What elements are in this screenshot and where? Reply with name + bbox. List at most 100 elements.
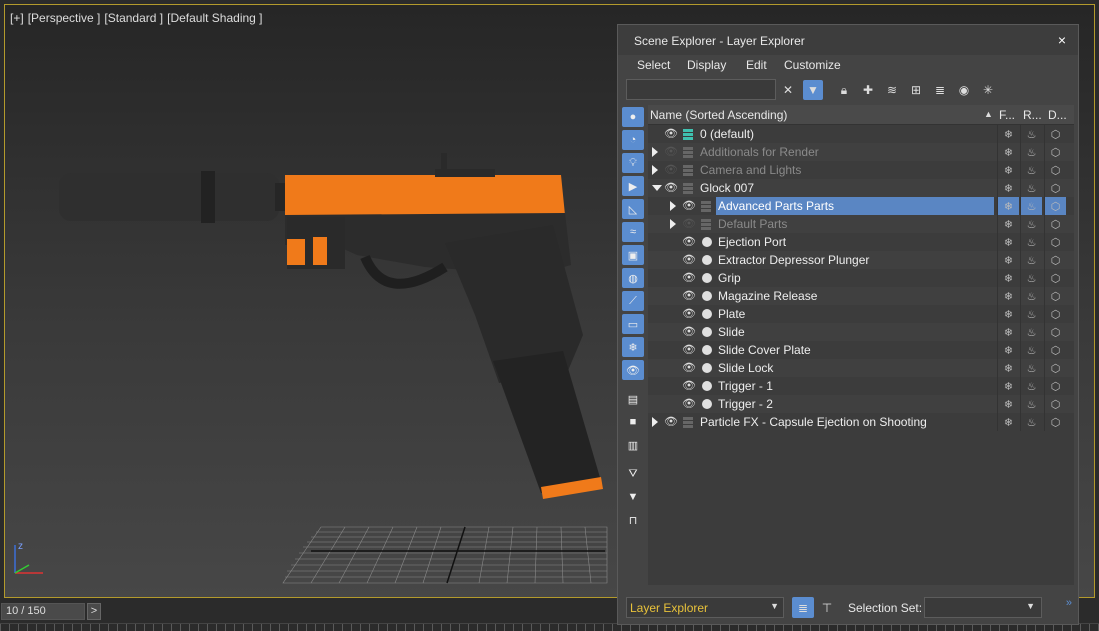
render-teapot-icon[interactable]: ♨ [1020, 359, 1042, 377]
render-teapot-icon[interactable]: ♨ [1020, 305, 1042, 323]
display-box-icon[interactable]: ⬡ [1044, 305, 1066, 323]
freeze-layer-icon[interactable]: ✳ [978, 80, 998, 100]
menu-display[interactable]: Display [687, 58, 726, 72]
visibility-eye-icon[interactable]: 👁︎ [682, 217, 696, 231]
next-frame-button[interactable]: > [87, 603, 101, 620]
layer-tree[interactable]: Name (Sorted Ascending) ▲ F... R... D...… [648, 105, 1074, 585]
frozen-snowflake-icon[interactable]: ❄ [997, 197, 1019, 215]
frame-counter[interactable]: 10 / 150 [1, 603, 85, 620]
frozen-snowflake-icon[interactable]: ❄ [997, 125, 1019, 143]
invert-display-icon[interactable]: ▥ [622, 435, 644, 455]
visibility-eye-icon[interactable]: 👁︎ [682, 397, 696, 411]
menu-select[interactable]: Select [637, 58, 670, 72]
display-box-icon[interactable]: ⬡ [1044, 251, 1066, 269]
render-teapot-icon[interactable]: ♨ [1020, 251, 1042, 269]
tree-row[interactable]: 👁︎ 0 (default) ❄ ♨ ⬡ [648, 125, 1074, 143]
render-teapot-icon[interactable]: ♨ [1020, 233, 1042, 251]
shapes-filter-icon[interactable]: ◔ [622, 130, 644, 150]
visibility-eye-icon[interactable]: 👁︎ [682, 307, 696, 321]
render-teapot-icon[interactable]: ♨ [1020, 341, 1042, 359]
display-box-icon[interactable]: ⬡ [1044, 179, 1066, 197]
column-frozen-header[interactable]: F... [999, 108, 1015, 122]
frozen-snowflake-icon[interactable]: ❄ [997, 395, 1019, 413]
tree-row[interactable]: 👁︎ Trigger - 2 ❄ ♨ ⬡ [648, 395, 1074, 413]
layers-stack-icon[interactable]: ≣ [930, 80, 950, 100]
frozen-snowflake-icon[interactable]: ❄ [997, 233, 1019, 251]
hierarchy-icon[interactable]: ⊞ [906, 80, 926, 100]
collapse-arrow-icon[interactable] [652, 185, 662, 191]
tree-row[interactable]: 👁︎ Plate ❄ ♨ ⬡ [648, 305, 1074, 323]
sort-ascending-icon[interactable]: ▲ [984, 109, 993, 119]
frozen-snowflake-icon[interactable]: ❄ [997, 215, 1019, 233]
visibility-eye-icon[interactable]: 👁︎ [664, 127, 678, 141]
frozen-snowflake-icon[interactable]: ❄ [997, 161, 1019, 179]
column-display-header[interactable]: D... [1048, 108, 1067, 122]
tree-row[interactable]: 👁︎ Particle FX - Capsule Ejection on Shoo… [648, 413, 1074, 431]
frozen-snowflake-icon[interactable]: ❄ [997, 269, 1019, 287]
render-teapot-icon[interactable]: ♨ [1020, 413, 1042, 431]
column-renderable-header[interactable]: R... [1023, 108, 1042, 122]
render-teapot-icon[interactable]: ♨ [1020, 143, 1042, 161]
tree-row[interactable]: 👁︎ Ejection Port ❄ ♨ ⬡ [648, 233, 1074, 251]
frozen-snowflake-icon[interactable]: ❄ [997, 251, 1019, 269]
menu-customize[interactable]: Customize [784, 58, 841, 72]
display-box-icon[interactable]: ⬡ [1044, 233, 1066, 251]
tree-row[interactable]: 👁︎ Advanced Parts Parts ❄ ♨ ⬡ [648, 197, 1074, 215]
tree-row[interactable]: 👁︎ Glock 007 ❄ ♨ ⬡ [648, 179, 1074, 197]
hidden-filter-icon[interactable]: 👁︎ [622, 360, 644, 380]
close-button[interactable]: × [1058, 32, 1066, 48]
render-teapot-icon[interactable]: ♨ [1020, 269, 1042, 287]
display-box-icon[interactable]: ⬡ [1044, 323, 1066, 341]
add-to-layer-icon[interactable]: ✚ [858, 80, 878, 100]
display-box-icon[interactable]: ⬡ [1044, 359, 1066, 377]
visibility-eye-icon[interactable]: 👁︎ [664, 181, 678, 195]
display-box-icon[interactable]: ⬡ [1044, 377, 1066, 395]
render-teapot-icon[interactable]: ♨ [1020, 287, 1042, 305]
tree-row[interactable]: 👁︎ Slide ❄ ♨ ⬡ [648, 323, 1074, 341]
display-box-icon[interactable]: ⬡ [1044, 125, 1066, 143]
visibility-eye-icon[interactable]: 👁︎ [664, 163, 678, 177]
visibility-eye-icon[interactable]: 👁︎ [682, 199, 696, 213]
render-teapot-icon[interactable]: ♨ [1020, 197, 1042, 215]
frozen-snowflake-icon[interactable]: ❄ [997, 359, 1019, 377]
explorer-type-select[interactable]: Layer Explorer ▼ [626, 597, 784, 618]
xrefs-filter-icon[interactable]: ◍ [622, 268, 644, 288]
frozen-snowflake-icon[interactable]: ❄ [997, 287, 1019, 305]
cameras-filter-icon[interactable]: ▶ [622, 176, 644, 196]
display-box-icon[interactable]: ⬡ [1044, 143, 1066, 161]
tree-row[interactable]: 👁︎ Magazine Release ❄ ♨ ⬡ [648, 287, 1074, 305]
visibility-eye-icon[interactable]: 👁︎ [682, 253, 696, 267]
geometry-filter-icon[interactable]: ● [622, 107, 644, 127]
display-all-icon[interactable]: ▤ [622, 389, 644, 409]
render-teapot-icon[interactable]: ♨ [1020, 377, 1042, 395]
sort-by-layer-icon[interactable]: ≣ [792, 597, 814, 618]
visibility-eye-icon[interactable]: 👁︎ [682, 343, 696, 357]
visibility-eye-icon[interactable]: 👁︎ [682, 289, 696, 303]
frozen-snowflake-icon[interactable]: ❄ [997, 143, 1019, 161]
menu-edit[interactable]: Edit [746, 58, 767, 72]
frozen-snowflake-icon[interactable]: ❄ [997, 305, 1019, 323]
frozen-snowflake-icon[interactable]: ❄ [997, 179, 1019, 197]
frozen-snowflake-icon[interactable]: ❄ [997, 413, 1019, 431]
funnel-icon[interactable]: ▼ [622, 487, 644, 507]
display-box-icon[interactable]: ⬡ [1044, 197, 1066, 215]
more-options-icon[interactable]: » [1066, 597, 1072, 609]
selection-set-dropdown[interactable]: ▼ [924, 597, 1042, 618]
groups-filter-icon[interactable]: ▣ [622, 245, 644, 265]
tree-row[interactable]: 👁︎ Additionals for Render ❄ ♨ ⬡ [648, 143, 1074, 161]
render-teapot-icon[interactable]: ♨ [1020, 395, 1042, 413]
column-name-header[interactable]: Name (Sorted Ascending) [650, 108, 787, 122]
render-teapot-icon[interactable]: ♨ [1020, 161, 1042, 179]
tree-row[interactable]: 👁︎ Camera and Lights ❄ ♨ ⬡ [648, 161, 1074, 179]
tree-row[interactable]: 👁︎ Slide Cover Plate ❄ ♨ ⬡ [648, 341, 1074, 359]
new-layer-icon[interactable]: ≋ [882, 80, 902, 100]
visibility-eye-icon[interactable]: 👁︎ [664, 415, 678, 429]
render-teapot-icon[interactable]: ♨ [1020, 125, 1042, 143]
spacewarps-filter-icon[interactable]: ≈ [622, 222, 644, 242]
render-teapot-icon[interactable]: ♨ [1020, 179, 1042, 197]
expand-arrow-icon[interactable] [652, 417, 658, 427]
display-box-icon[interactable]: ⬡ [1044, 269, 1066, 287]
display-box-icon[interactable]: ⬡ [1044, 395, 1066, 413]
frozen-snowflake-icon[interactable]: ❄ [997, 323, 1019, 341]
helpers-filter-icon[interactable]: ◺ [622, 199, 644, 219]
